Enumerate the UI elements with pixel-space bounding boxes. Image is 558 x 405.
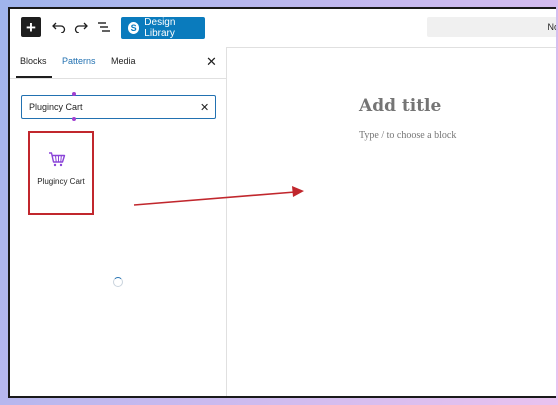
design-library-button[interactable]: S Design Library — [121, 17, 205, 39]
post-title-placeholder[interactable]: Add title — [359, 96, 441, 116]
editor-canvas: Add title Type / to choose a block — [227, 47, 556, 396]
text-cursor-handle-bottom — [72, 117, 76, 121]
clear-search-button[interactable]: ✕ — [200, 101, 209, 114]
block-result-plugincy-cart[interactable]: Plugincy Cart — [28, 131, 94, 215]
close-icon: ✕ — [206, 54, 217, 69]
active-tab-indicator — [16, 76, 52, 78]
redo-icon — [74, 22, 88, 33]
plus-icon: + — [26, 17, 36, 37]
tab-media[interactable]: Media — [111, 56, 136, 66]
search-value: Plugincy Cart — [29, 102, 83, 112]
document-overview-button[interactable] — [96, 19, 112, 35]
block-search-input[interactable]: Plugincy Cart — [21, 95, 216, 119]
block-inserter-toggle[interactable]: + — [21, 17, 41, 37]
list-view-icon — [98, 22, 110, 32]
tab-patterns[interactable]: Patterns — [62, 56, 96, 66]
design-library-label: Design Library — [144, 17, 176, 39]
cart-icon — [49, 152, 66, 167]
close-icon: ✕ — [200, 102, 210, 114]
editor-window: + S Design Library No — [8, 7, 556, 398]
stackable-logo-icon: S — [128, 22, 140, 34]
loading-spinner — [113, 277, 123, 287]
top-toolbar: + S Design Library No — [10, 9, 556, 48]
close-inserter-button[interactable]: ✕ — [206, 54, 217, 70]
block-appender-placeholder[interactable]: Type / to choose a block — [359, 130, 456, 141]
block-inserter-panel: Blocks Patterns Media ✕ Plugincy Cart ✕ — [10, 47, 227, 396]
block-result-label: Plugincy Cart — [37, 177, 85, 186]
redo-button[interactable] — [73, 19, 89, 35]
tab-blocks[interactable]: Blocks — [20, 56, 47, 66]
undo-icon — [52, 22, 66, 33]
text-cursor-handle-top — [72, 92, 76, 96]
inserter-tabs: Blocks Patterns Media ✕ — [10, 47, 226, 79]
document-bar[interactable]: No — [427, 17, 556, 37]
undo-button[interactable] — [51, 19, 67, 35]
document-bar-text: No — [547, 22, 556, 32]
